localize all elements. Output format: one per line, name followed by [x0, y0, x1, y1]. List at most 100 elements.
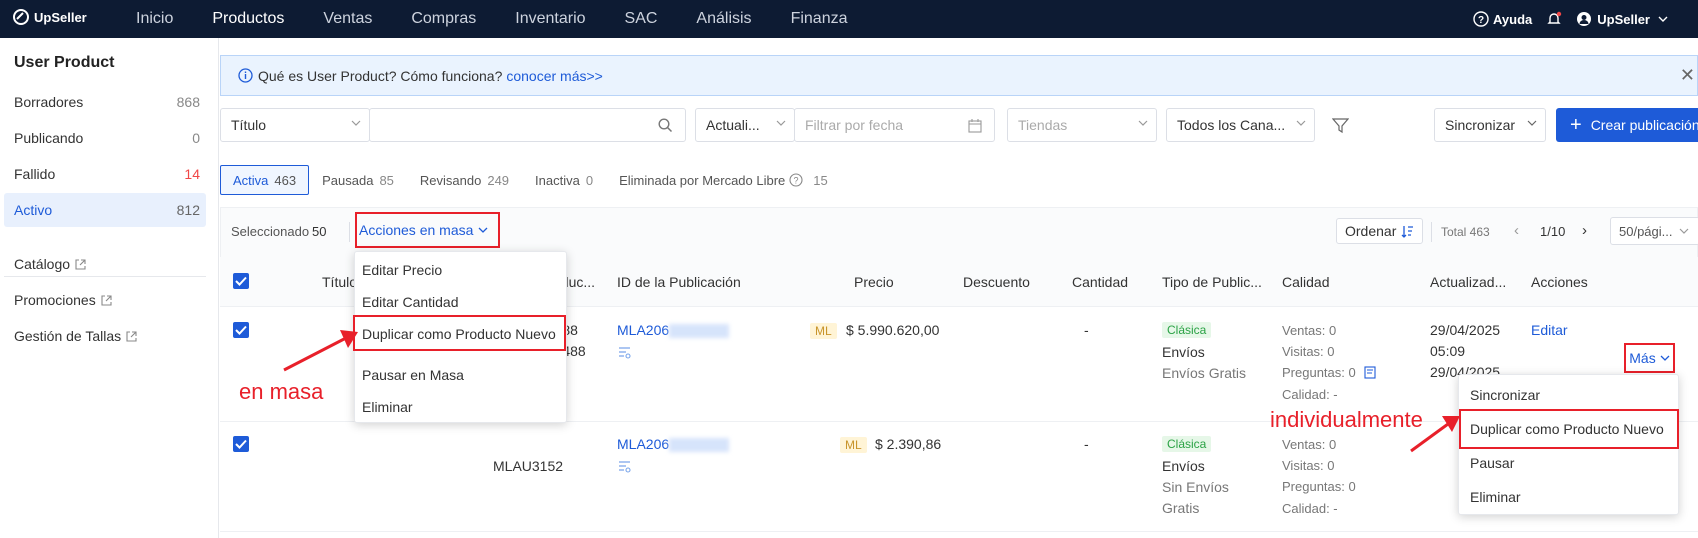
menu-item-sync[interactable]: Sincronizar	[1470, 387, 1540, 403]
nav-analisis[interactable]: Análisis	[696, 10, 751, 28]
annotation-bulk: en masa	[239, 379, 324, 404]
ml-badge: ML	[810, 323, 837, 339]
main-nav: Inicio Productos Ventas Compras Inventar…	[136, 0, 886, 38]
col-pub-id: ID de la Publicación	[617, 274, 741, 290]
sidebar-item-activo[interactable]: Activo 812	[4, 193, 206, 227]
channels-select[interactable]: Todos los Cana...	[1166, 108, 1315, 142]
notification-button[interactable]	[1546, 11, 1562, 27]
tab-activa[interactable]: Activa 463	[220, 165, 310, 195]
col-updated: Actualizad...	[1430, 274, 1507, 290]
chevron-down-icon	[1527, 120, 1537, 126]
edit-link[interactable]: Editar	[1531, 322, 1568, 338]
nav-compras[interactable]: Compras	[411, 10, 476, 28]
info-icon	[238, 68, 253, 83]
prev-page-icon[interactable]: ‹	[1514, 222, 1519, 239]
menu-item-pause-bulk[interactable]: Pausar en Masa	[362, 367, 464, 383]
check-icon	[235, 276, 247, 286]
duplicate-row-highlight	[1459, 409, 1679, 449]
sidebar-item-borradores[interactable]: Borradores 868	[4, 85, 206, 119]
shipping-sub: Sin Envíos	[1162, 479, 1229, 495]
nav-ventas[interactable]: Ventas	[323, 10, 372, 28]
tab-count: 463	[274, 172, 297, 188]
doc-icon[interactable]	[618, 461, 631, 473]
sidebar-link-tallas[interactable]: Gestión de Tallas	[14, 328, 137, 344]
user-menu[interactable]: UpSeller	[1576, 11, 1668, 27]
date-type-select[interactable]: Actuali...	[695, 108, 795, 142]
menu-item-edit-quantity[interactable]: Editar Cantidad	[362, 294, 459, 310]
menu-item-edit-price[interactable]: Editar Precio	[362, 262, 442, 278]
nav-sac[interactable]: SAC	[625, 10, 658, 28]
shipping: Envíos	[1162, 344, 1205, 360]
sidebar-link-catalogo[interactable]: Catálogo	[14, 256, 86, 272]
redacted-block	[669, 438, 730, 453]
search-input[interactable]	[369, 108, 686, 142]
tab-eliminada[interactable]: Eliminada por Mercado Libre? 15	[606, 165, 841, 195]
nav-finanza[interactable]: Finanza	[791, 10, 848, 28]
questions-metric: Preguntas: 0	[1282, 479, 1356, 494]
menu-item-delete[interactable]: Eliminar	[362, 399, 413, 415]
row-checkbox[interactable]	[233, 436, 249, 452]
questions-icon[interactable]	[1364, 366, 1376, 379]
upseller-logo-icon	[13, 9, 29, 25]
help-button[interactable]: ? Ayuda	[1473, 11, 1532, 27]
doc-icon[interactable]	[618, 347, 631, 359]
top-right: ? Ayuda UpSeller	[1459, 0, 1668, 38]
logo[interactable]: UpSeller	[12, 8, 87, 26]
page-indicator: 1/10	[1540, 224, 1566, 239]
sidebar-item-publicando[interactable]: Publicando 0	[4, 121, 206, 155]
external-link-icon	[101, 294, 112, 306]
publication-id-link[interactable]: MLA206	[617, 322, 730, 339]
select-all-checkbox[interactable]	[233, 273, 249, 289]
plus-icon: +	[1570, 114, 1582, 136]
help-icon: ?	[1473, 11, 1489, 27]
tab-revisando[interactable]: Revisando 249	[407, 165, 522, 195]
nav-inventario[interactable]: Inventario	[515, 10, 585, 28]
check-icon	[235, 439, 247, 449]
create-label: Crear publicación	[1590, 117, 1698, 133]
nav-inicio[interactable]: Inicio	[136, 10, 173, 28]
bell-icon	[1547, 11, 1562, 24]
sales-metric: Ventas: 0	[1282, 323, 1337, 338]
redacted-block	[669, 324, 730, 339]
svg-text:?: ?	[1478, 15, 1484, 26]
bulk-actions-highlight	[355, 212, 500, 248]
filter-icon[interactable]	[1332, 117, 1349, 134]
selected-count: 50	[312, 224, 327, 239]
sync-button[interactable]: Sincronizar	[1434, 108, 1546, 142]
sidebar-link-label: Promociones	[14, 292, 96, 308]
shipping-sub: Gratis	[1162, 500, 1200, 516]
stores-select[interactable]: Tiendas	[1007, 108, 1157, 142]
date-filter-input[interactable]: Filtrar por fecha	[794, 108, 995, 142]
row-checkbox[interactable]	[233, 322, 249, 338]
sales-metric: Ventas: 0	[1282, 437, 1337, 452]
sidebar-item-label: Publicando	[14, 130, 84, 146]
menu-item-delete[interactable]: Eliminar	[1470, 489, 1521, 505]
page-size-select[interactable]: 50/pági...	[1610, 217, 1698, 245]
top-bar: UpSeller Inicio Productos Ventas Compras…	[0, 0, 1698, 38]
total-count: Total 463	[1441, 225, 1490, 239]
more-actions-button[interactable]: Más	[1624, 343, 1675, 373]
sidebar-item-label: Borradores	[14, 94, 84, 110]
nav-productos[interactable]: Productos	[212, 10, 284, 28]
title-select[interactable]: Título	[220, 108, 370, 142]
questions-metric: Preguntas: 0	[1282, 365, 1356, 380]
sidebar-item-count: 868	[176, 94, 200, 110]
sidebar-link-label: Catálogo	[14, 256, 71, 272]
close-icon[interactable]: ✕	[1680, 65, 1695, 86]
info-link[interactable]: conocer más>>	[506, 68, 603, 84]
date-filter-placeholder: Filtrar por fecha	[805, 117, 904, 133]
order-button[interactable]: Ordenar	[1336, 218, 1424, 244]
external-link-icon	[126, 330, 137, 342]
tab-pausada[interactable]: Pausada 85	[309, 165, 407, 195]
arrow-icon	[1410, 416, 1460, 453]
menu-item-pause[interactable]: Pausar	[1470, 455, 1514, 471]
info-banner: Qué es User Product? Cómo funciona? cono…	[220, 55, 1698, 96]
create-listing-button[interactable]: + Crear publicación	[1556, 108, 1698, 142]
next-page-icon[interactable]: ›	[1582, 222, 1587, 239]
publication-id-link[interactable]: MLA206	[617, 436, 730, 453]
quality-metric: Calidad: -	[1282, 387, 1338, 402]
title-select-value: Título	[231, 117, 267, 133]
sidebar-item-fallido[interactable]: Fallido 14	[4, 157, 206, 191]
sidebar-link-promociones[interactable]: Promociones	[14, 292, 112, 308]
tab-inactiva[interactable]: Inactiva 0	[522, 165, 606, 195]
